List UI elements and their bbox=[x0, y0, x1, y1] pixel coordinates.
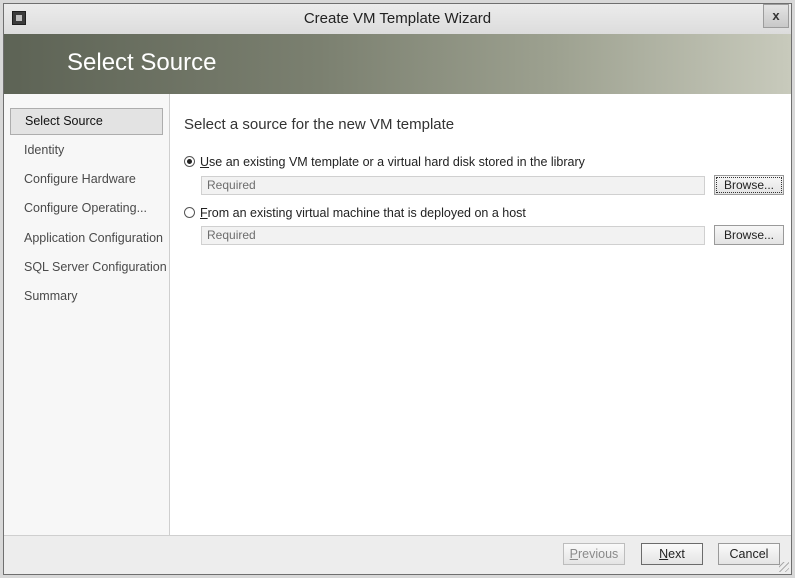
close-icon: x bbox=[772, 8, 780, 23]
sidebar-item-application-configuration[interactable]: Application Configuration bbox=[10, 225, 163, 252]
section-heading: Select a source for the new VM template bbox=[184, 116, 455, 133]
option-library-source[interactable]: Use an existing VM template or a virtual… bbox=[184, 155, 585, 169]
radio-icon[interactable] bbox=[184, 156, 195, 167]
close-button[interactable]: x bbox=[763, 4, 789, 28]
radio-icon[interactable] bbox=[184, 207, 195, 218]
window-title: Create VM Template Wizard bbox=[303, 10, 492, 27]
resize-grip-icon[interactable] bbox=[779, 562, 789, 572]
wizard-footer: Previous Next Cancel bbox=[4, 535, 791, 574]
title-bar: Create VM Template Wizard x bbox=[4, 4, 791, 35]
option-existing-vm-source[interactable]: From an existing virtual machine that is… bbox=[184, 206, 526, 220]
browse-library-button[interactable]: Browse... bbox=[714, 175, 784, 195]
wizard-window: Create VM Template Wizard x Select Sourc… bbox=[3, 3, 792, 575]
sidebar-item-summary[interactable]: Summary bbox=[10, 283, 163, 310]
next-label: ext bbox=[668, 547, 685, 561]
option-mnemonic: U bbox=[200, 155, 210, 169]
sidebar-item-identity[interactable]: Identity bbox=[10, 137, 163, 164]
page-title: Select Source bbox=[67, 49, 217, 76]
cancel-button[interactable]: Cancel bbox=[718, 543, 780, 565]
existing-vm-field[interactable]: Required bbox=[201, 226, 705, 245]
previous-label: revious bbox=[578, 547, 619, 561]
wizard-steps-sidebar: Select Source Identity Configure Hardwar… bbox=[4, 94, 170, 536]
sidebar-item-configure-hardware[interactable]: Configure Hardware bbox=[10, 166, 163, 193]
main-content: Select a source for the new VM template … bbox=[170, 94, 791, 536]
browse-vm-button[interactable]: Browse... bbox=[714, 225, 784, 245]
sidebar-item-configure-operating[interactable]: Configure Operating... bbox=[10, 195, 163, 222]
previous-button[interactable]: Previous bbox=[563, 543, 625, 565]
library-path-field[interactable]: Required bbox=[201, 176, 705, 195]
sidebar-item-select-source[interactable]: Select Source bbox=[10, 108, 163, 135]
wizard-body: Select Source Identity Configure Hardwar… bbox=[4, 94, 791, 536]
next-button[interactable]: Next bbox=[641, 543, 703, 565]
option-mnemonic: F bbox=[200, 206, 208, 220]
sidebar-item-sql-server-configuration[interactable]: SQL Server Configuration bbox=[10, 254, 167, 281]
page-header-banner: Select Source bbox=[4, 34, 791, 94]
option-label: rom an existing virtual machine that is … bbox=[207, 206, 526, 220]
previous-mnemonic: P bbox=[569, 547, 579, 561]
option-label: se an existing VM template or a virtual … bbox=[209, 155, 585, 169]
next-mnemonic: N bbox=[659, 547, 669, 561]
